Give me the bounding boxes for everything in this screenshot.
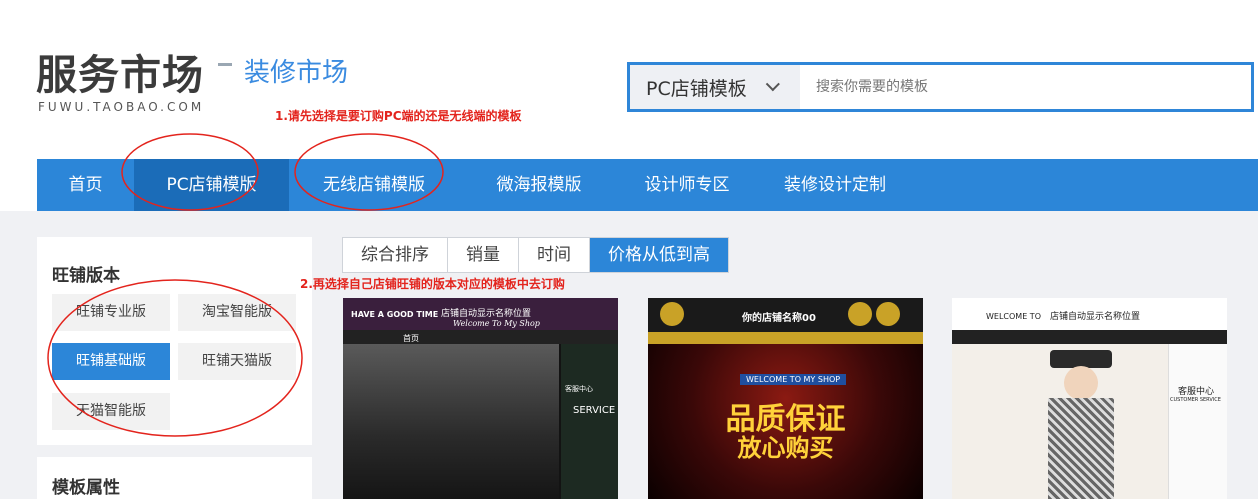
annotation-overlay-sidebar (47, 279, 303, 437)
annotation-circle-versions (47, 279, 303, 437)
